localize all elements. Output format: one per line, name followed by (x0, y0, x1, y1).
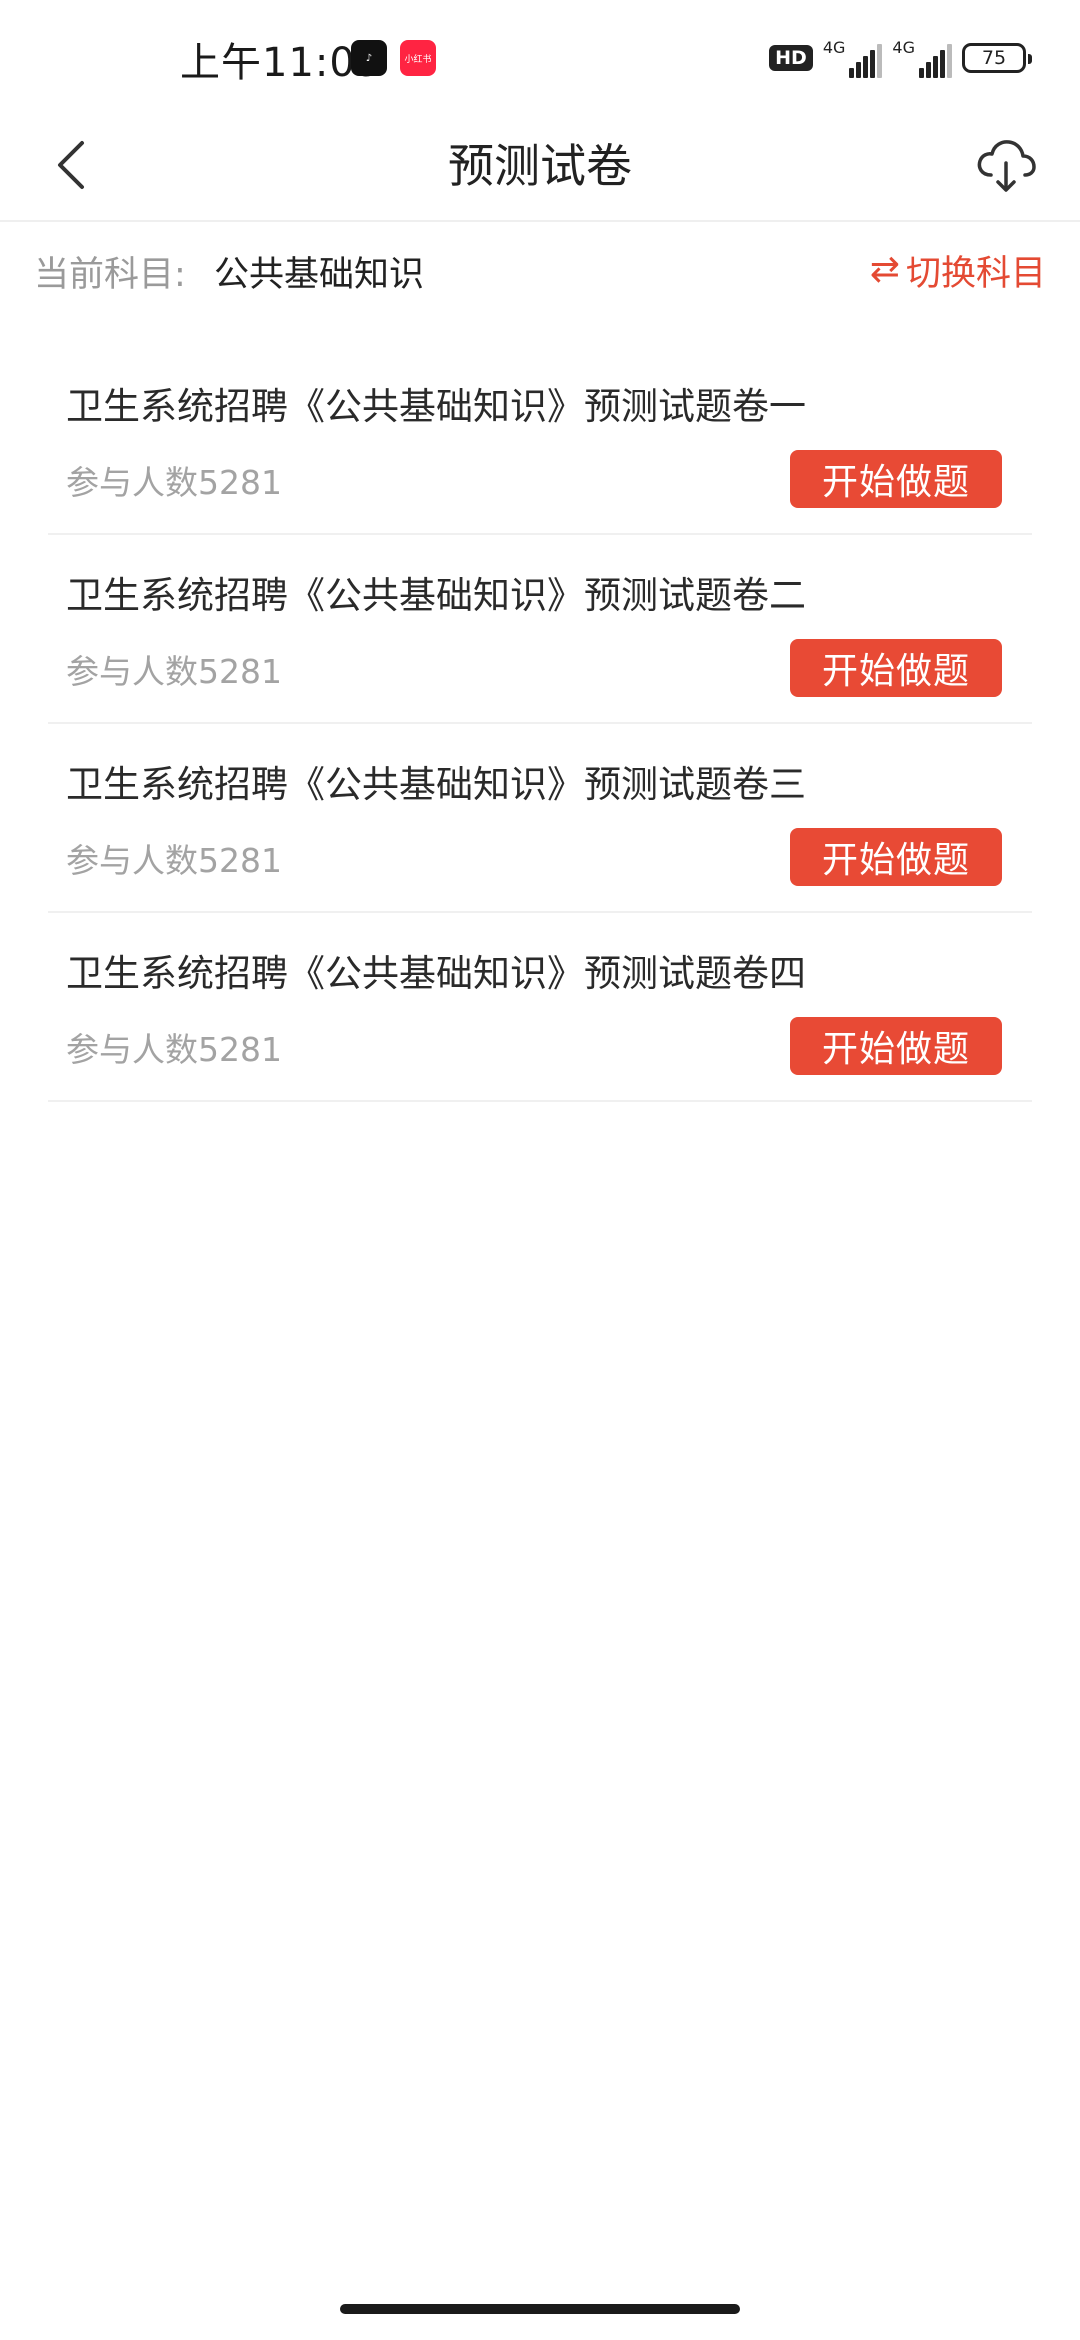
network-type-1: 4G (822, 38, 846, 57)
participant-count: 参与人数5281 (66, 841, 282, 880)
start-quiz-button[interactable]: 开始做题 (790, 639, 1002, 697)
start-quiz-button[interactable]: 开始做题 (790, 828, 1002, 886)
app-header: 预测试卷 (0, 110, 1080, 222)
list-item: 卫生系统招聘《公共基础知识》预测试题卷一 参与人数5281 开始做题 (48, 346, 1032, 535)
tiktok-icon: ♪ (351, 40, 387, 76)
battery-icon: 75 (962, 43, 1032, 73)
subject-value: 公共基础知识 (214, 255, 425, 295)
start-quiz-button[interactable]: 开始做题 (790, 1017, 1002, 1075)
paper-title: 卫生系统招聘《公共基础知识》预测试题卷三 (66, 763, 806, 806)
switch-subject-button[interactable]: ⇄ 切换科目 (870, 242, 1046, 298)
signal-icon-1: 4G (823, 38, 883, 78)
network-type-2: 4G (892, 38, 915, 57)
paper-list: 卫生系统招聘《公共基础知识》预测试题卷一 参与人数5281 开始做题 卫生系统招… (0, 346, 1080, 1102)
swap-arrows-icon: ⇄ (869, 249, 900, 290)
switch-subject-label: 切换科目 (905, 253, 1046, 294)
participant-count: 参与人数5281 (66, 652, 282, 691)
signal-icon-2: 4G (892, 38, 952, 78)
page-title: 预测试卷 (448, 139, 632, 193)
participant-count: 参与人数5281 (66, 1030, 282, 1069)
xiaohongshu-icon: 小红书 (400, 40, 436, 76)
paper-title: 卫生系统招聘《公共基础知识》预测试题卷一 (66, 385, 806, 428)
start-quiz-button[interactable]: 开始做题 (790, 450, 1002, 508)
download-button[interactable] (968, 128, 1044, 204)
back-button[interactable] (36, 130, 106, 200)
paper-title: 卫生系统招聘《公共基础知识》预测试题卷二 (66, 574, 806, 617)
subject-row: 当前科目: 公共基础知识 ⇄ 切换科目 (0, 224, 1080, 316)
list-item: 卫生系统招聘《公共基础知识》预测试题卷三 参与人数5281 开始做题 (48, 724, 1032, 913)
status-bar: 上午11:09 ♪ 小红书 HD 4G 4G 75 (0, 0, 1080, 110)
paper-title: 卫生系统招聘《公共基础知识》预测试题卷四 (66, 952, 806, 995)
list-item: 卫生系统招聘《公共基础知识》预测试题卷四 参与人数5281 开始做题 (48, 913, 1032, 1102)
home-indicator[interactable] (340, 2304, 740, 2314)
status-indicators: HD 4G 4G 75 (769, 38, 1032, 78)
back-chevron-icon (58, 141, 84, 189)
hd-badge: HD (769, 45, 813, 71)
list-item: 卫生系统招聘《公共基础知识》预测试题卷二 参与人数5281 开始做题 (48, 535, 1032, 724)
participant-count: 参与人数5281 (66, 463, 282, 502)
battery-level: 75 (981, 47, 1007, 69)
subject-label: 当前科目: (34, 255, 186, 295)
cloud-download-icon (977, 140, 1036, 192)
